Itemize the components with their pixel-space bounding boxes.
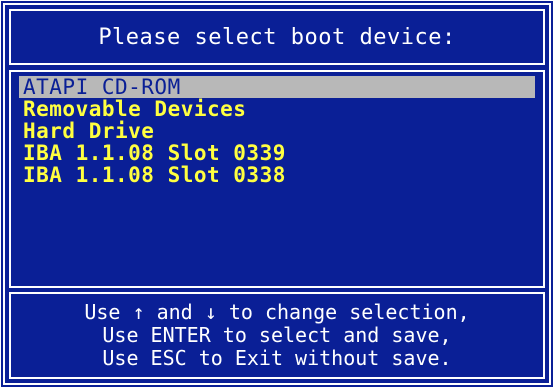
help-line-navigate: Use ↑ and ↓ to change selection,: [84, 300, 470, 324]
title-bar: Please select boot device:: [8, 8, 546, 66]
boot-device-iba-slot-0338[interactable]: IBA 1.1.08 Slot 0338: [19, 164, 535, 186]
boot-device-removable-devices[interactable]: Removable Devices: [19, 98, 535, 120]
help-line-enter: Use ENTER to select and save,: [102, 323, 452, 347]
boot-device-atapi-cd-rom[interactable]: ATAPI CD-ROM: [19, 76, 535, 98]
help-panel: Use ↑ and ↓ to change selection, Use ENT…: [8, 291, 546, 380]
boot-device-list: ATAPI CD-ROM Removable Devices Hard Driv…: [19, 76, 535, 186]
boot-menu-window: Please select boot device: ATAPI CD-ROM …: [1, 1, 553, 387]
bios-screen: Please select boot device: ATAPI CD-ROM …: [0, 0, 556, 390]
boot-device-hard-drive[interactable]: Hard Drive: [19, 120, 535, 142]
boot-device-iba-slot-0339[interactable]: IBA 1.1.08 Slot 0339: [19, 142, 535, 164]
help-line-escape: Use ESC to Exit without save.: [102, 346, 452, 370]
boot-menu-title: Please select boot device:: [98, 24, 456, 50]
boot-device-list-panel: ATAPI CD-ROM Removable Devices Hard Driv…: [8, 69, 546, 289]
